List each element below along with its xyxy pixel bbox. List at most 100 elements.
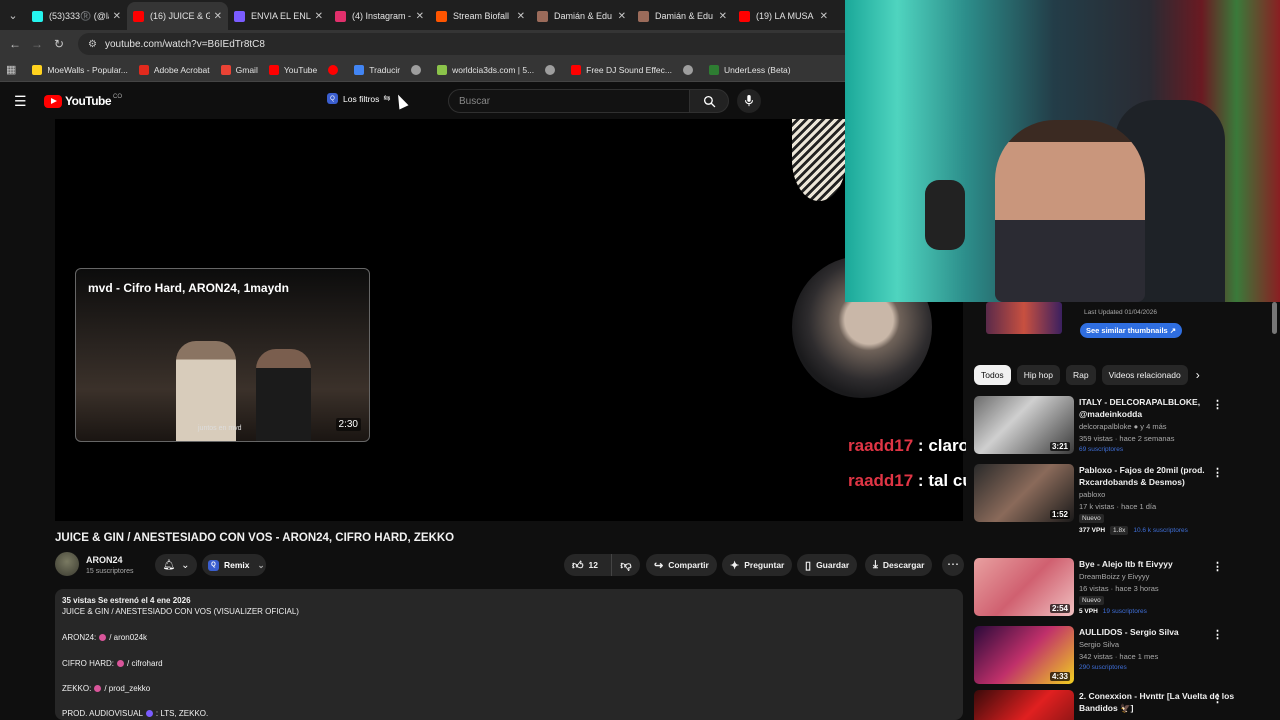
browser-tab[interactable]: Stream Biofall ✕ (430, 2, 531, 30)
endscreen-video-card[interactable]: mvd - Cifro Hard, ARON24, 1maydn juntos … (75, 268, 370, 442)
notifications-button[interactable]: 🔔︎ ⌄ (155, 554, 197, 576)
streamer-webcam (845, 0, 1280, 302)
tab-title: Stream Biofall (453, 11, 510, 21)
chip-rap[interactable]: Rap (1066, 365, 1096, 385)
menu-icon[interactable]: ☰ (14, 93, 27, 110)
tab-search-button[interactable]: ⌄ (0, 0, 26, 30)
browser-tab[interactable]: (19) LA MUSA ✕ (733, 2, 834, 30)
video-title[interactable]: Bye - Alejo ltb ft Eivyyy (1079, 558, 1259, 570)
more-options-icon[interactable]: ⋮ (1212, 560, 1223, 573)
close-icon[interactable]: ✕ (214, 11, 222, 22)
close-icon[interactable]: ✕ (820, 11, 828, 22)
description-box[interactable]: 35 vistas Se estrenó el 4 ene 2026 JUICE… (55, 589, 963, 720)
browser-tab[interactable]: Damián & Edu ✕ (531, 2, 632, 30)
bookmark-item[interactable] (411, 64, 426, 75)
bookmark-item[interactable]: Gmail (220, 64, 258, 75)
bookmark-item[interactable]: UnderLess (Beta) (709, 64, 791, 75)
channel-row: ARON24 15 suscriptores 🔔︎ ⌄ Q Remix ⌄ 👍︎ … (55, 552, 965, 580)
youtube-logo[interactable]: YouTube CO (44, 94, 122, 108)
close-icon[interactable]: ✕ (719, 11, 727, 22)
channel-name[interactable]: Sergio Silva (1079, 640, 1259, 649)
bookmark-item[interactable]: Adobe Acrobat (138, 64, 210, 75)
subscriber-count: 69 suscriptores (1079, 446, 1124, 453)
instagram-icon (94, 685, 102, 692)
more-actions-icon[interactable]: ⋯ (942, 554, 964, 576)
download-button[interactable]: ⤓ Descargar (865, 554, 933, 576)
channel-name[interactable]: pabloxo (1079, 490, 1259, 499)
video-title[interactable]: ITALY - DELCORAPALBLOKE, @madeinkodda (1079, 396, 1259, 420)
site-info-icon[interactable]: ⚙ (88, 39, 97, 50)
bookmark-item[interactable] (683, 64, 698, 75)
url-text: youtube.com/watch?v=B6IEdTr8tC8 (104, 38, 265, 50)
ask-button[interactable]: ✦ Preguntar (722, 554, 793, 576)
more-options-icon[interactable]: ⋮ (1212, 692, 1223, 705)
credit-link[interactable]: / cifrohard (127, 659, 163, 668)
back-icon[interactable]: ← (4, 37, 26, 51)
new-badge: Nuevo (1079, 596, 1104, 605)
browser-tab[interactable]: (16) JUICE & G ✕ (127, 2, 228, 30)
forward-icon[interactable]: → (26, 37, 48, 51)
chip-todos[interactable]: Todos (974, 365, 1011, 385)
chip-related[interactable]: Videos relacionado (1101, 365, 1188, 385)
recommendation-item[interactable]: 1:52 Pabloxo - Fajos de 20mil (prod. Rxca… (974, 464, 1274, 535)
credit-link[interactable]: / aron024k (109, 633, 147, 642)
video-title[interactable]: Pabloxo - Fajos de 20mil (prod. Rxcardob… (1079, 464, 1259, 488)
reload-icon[interactable]: ↻ (48, 37, 70, 51)
close-icon[interactable]: ✕ (113, 11, 121, 22)
tab-list: (53)333®️ (@la ✕ (16) JUICE & G ✕ ENVIA EL E… (26, 0, 834, 30)
bookmark-item[interactable]: MoeWalls - Popular... (32, 64, 128, 75)
scrollbar-thumb[interactable] (1272, 302, 1277, 334)
dislike-button[interactable]: 👎︎ (612, 559, 640, 572)
thumb-down-icon: 👎︎ (620, 559, 632, 572)
channel-name[interactable]: DreamBoizz y Eivyyy (1079, 572, 1259, 581)
video-thumbnail[interactable]: 3:21 (974, 396, 1074, 454)
video-duration: 2:54 (1049, 604, 1070, 613)
bookmark-item[interactable]: YouTube (268, 64, 317, 75)
channel-avatar[interactable] (55, 552, 79, 576)
browser-tab[interactable]: Damián & Edu ✕ (632, 2, 733, 30)
filters-button[interactable]: Q Los filtros ⇆ (327, 93, 391, 104)
bookmark-label: Gmail (235, 64, 258, 75)
video-thumbnail[interactable]: 2:54 (974, 558, 1074, 616)
recommendation-item[interactable]: 2. Conexxion - Hvnttr [La Vuelta de los … (974, 690, 1274, 720)
recommendation-item[interactable]: 4:33 AULLIDOS - Sergio Silva Sergio Silva 3… (974, 626, 1274, 688)
browser-tab[interactable]: (53)333®️ (@la ✕ (26, 2, 127, 30)
similar-thumbnails-button[interactable]: See similar thumbnails ↗ (1080, 323, 1183, 338)
chevron-right-icon[interactable]: › (1196, 368, 1200, 382)
credit-link[interactable]: / prod_zekko (104, 684, 150, 693)
search-input[interactable]: Buscar (448, 89, 690, 113)
card-duration: 2:30 (335, 418, 361, 431)
share-button[interactable]: ↪ Compartir (646, 554, 717, 576)
close-icon[interactable]: ✕ (618, 11, 626, 22)
bookmark-item[interactable]: Traducir (354, 64, 400, 75)
video-thumbnail[interactable] (974, 690, 1074, 720)
bookmark-item[interactable] (545, 64, 560, 75)
apps-grid-icon[interactable]: ▦ (6, 63, 16, 76)
search-button[interactable] (689, 89, 729, 113)
video-thumbnail[interactable]: 1:52 (974, 464, 1074, 522)
close-icon[interactable]: ✕ (315, 11, 323, 22)
video-title[interactable]: 2. Conexxion - Hvnttr [La Vuelta de los … (1079, 690, 1259, 714)
remix-button[interactable]: Q Remix ⌄ (202, 554, 266, 576)
save-button[interactable]: ▯ Guardar (797, 554, 858, 576)
channel-name[interactable]: ARON24 (86, 555, 123, 565)
more-options-icon[interactable]: ⋮ (1212, 398, 1223, 411)
video-thumbnail[interactable]: 4:33 (974, 626, 1074, 684)
chip-hip-hop[interactable]: Hip hop (1016, 365, 1060, 385)
voice-search-button[interactable] (737, 89, 761, 113)
more-options-icon[interactable]: ⋮ (1212, 466, 1223, 479)
browser-tab[interactable]: (4) Instagram - ✕ (329, 2, 430, 30)
bookmark-item[interactable] (328, 64, 343, 75)
browser-tab[interactable]: ENVIA EL ENLA ✕ (228, 2, 329, 30)
bookmark-item[interactable]: Free DJ Sound Effec... (571, 64, 672, 75)
url-field[interactable]: ⚙ youtube.com/watch?v=B6IEdTr8tC8 (78, 33, 878, 55)
bookmark-item[interactable]: worldcia3ds.com | 5... (437, 64, 534, 75)
recommendation-item[interactable]: 2:54 Bye - Alejo ltb ft Eivyyy DreamBoizz … (974, 558, 1274, 620)
close-icon[interactable]: ✕ (517, 11, 525, 22)
channel-name[interactable]: delcorapalbloke ● y 4 más (1079, 422, 1259, 431)
video-title[interactable]: AULLIDOS - Sergio Silva (1079, 626, 1259, 638)
recommendation-item[interactable]: 3:21 ITALY - DELCORAPALBLOKE, @madeinkodd… (974, 396, 1274, 458)
like-button[interactable]: 👍︎ 12 (564, 554, 612, 576)
more-options-icon[interactable]: ⋮ (1212, 628, 1223, 641)
close-icon[interactable]: ✕ (416, 11, 424, 22)
